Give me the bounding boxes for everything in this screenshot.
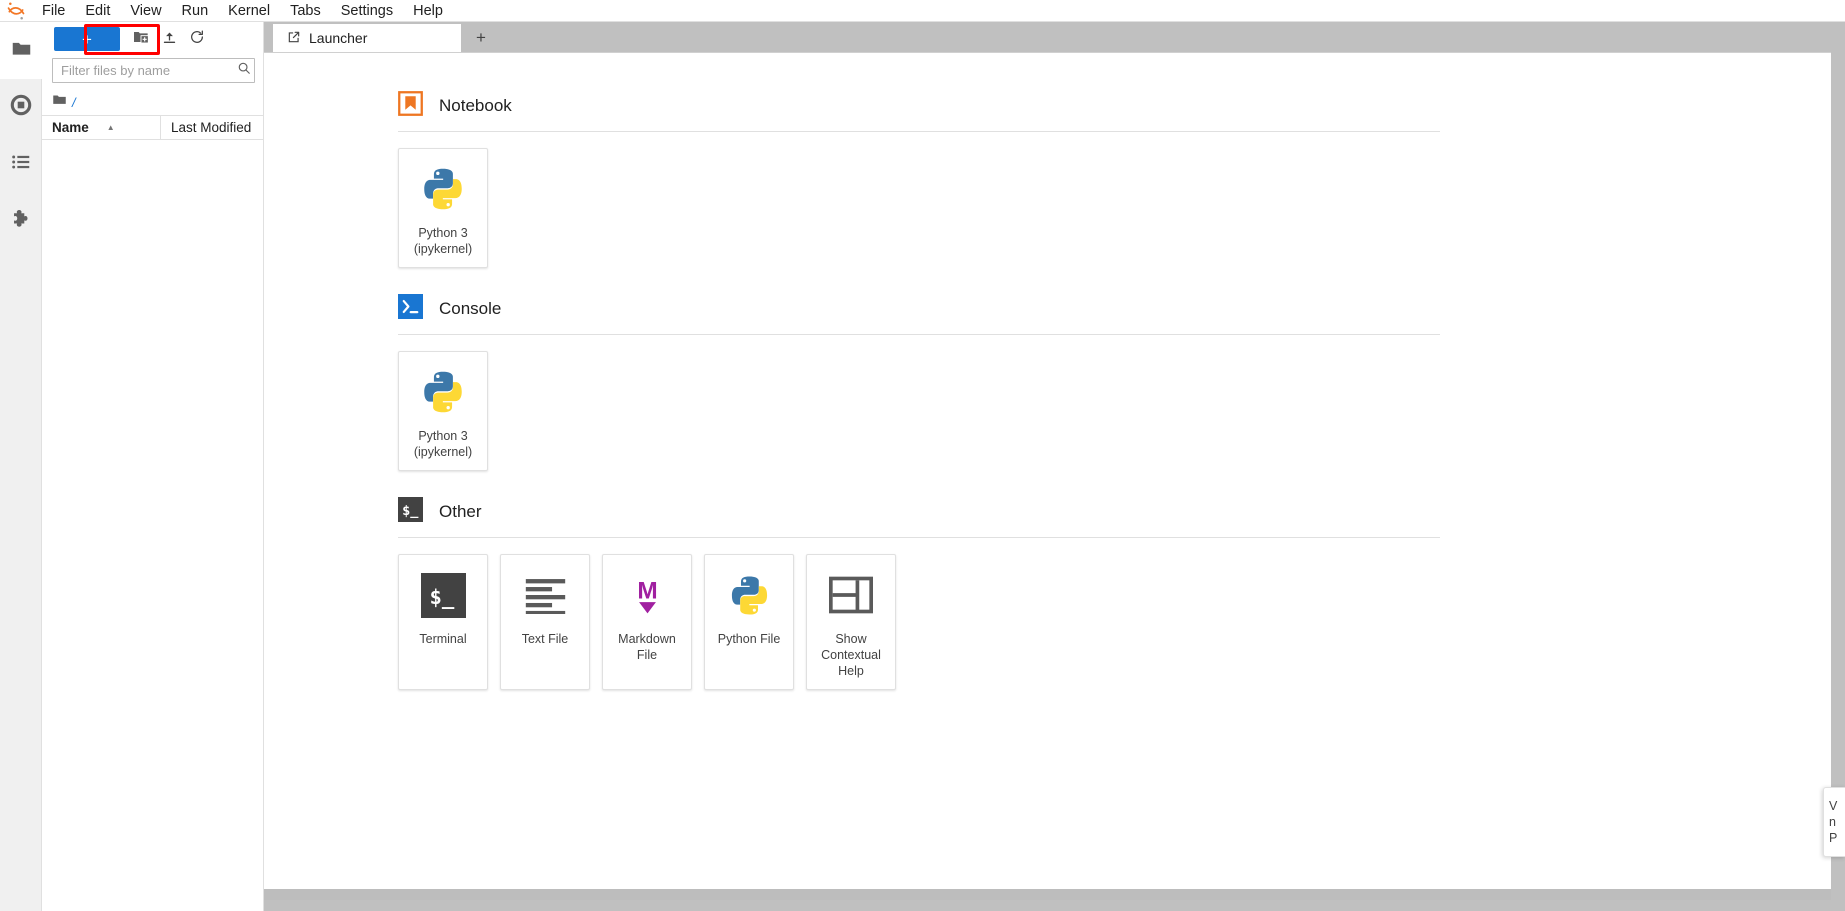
- menu-edit[interactable]: Edit: [75, 0, 120, 22]
- menu-file[interactable]: File: [32, 0, 75, 22]
- horizontal-scrollbar[interactable]: [264, 889, 1831, 900]
- jupyter-logo-icon: [0, 0, 32, 22]
- upload-button[interactable]: [156, 27, 182, 51]
- section-title-notebook: Notebook: [439, 96, 512, 115]
- console-prompt-icon: [398, 294, 423, 324]
- search-icon[interactable]: [237, 61, 251, 80]
- launcher-card-label: Terminal: [419, 632, 467, 646]
- breadcrumb-root-path[interactable]: /: [72, 95, 76, 110]
- column-header-last-modified[interactable]: Last Modified: [161, 120, 263, 135]
- tab-launcher-label: Launcher: [309, 30, 368, 46]
- file-filter-container: [42, 56, 263, 89]
- python-logo-icon: [419, 366, 467, 418]
- python-logo-icon: [419, 163, 467, 215]
- launcher-card-label: Show Contextual Help: [821, 632, 881, 678]
- sort-ascending-icon: ▲: [106, 123, 115, 132]
- breadcrumb-home-icon[interactable]: [52, 92, 67, 112]
- refresh-button[interactable]: [184, 27, 210, 51]
- launcher-card-python-file[interactable]: Python File: [704, 554, 794, 690]
- command-palette-icon: [10, 151, 32, 178]
- menu-help[interactable]: Help: [403, 0, 453, 22]
- dock-area: Launcher + Notebook Python 3 (ipykernel)…: [264, 22, 1845, 911]
- card-row-notebook: Python 3 (ipykernel): [398, 148, 1831, 268]
- refresh-icon: [189, 29, 205, 50]
- launcher-card-label: Python 3 (ipykernel): [413, 429, 473, 459]
- column-header-name-label: Name: [52, 120, 89, 135]
- sidebar-item-running-sessions[interactable]: [0, 79, 42, 136]
- sidebar-item-extension-manager[interactable]: [0, 193, 42, 250]
- menu-view[interactable]: View: [120, 0, 171, 22]
- tab-bar: Launcher +: [264, 22, 1845, 52]
- section-title-console: Console: [439, 299, 502, 318]
- launcher-panel: Notebook Python 3 (ipykernel) Console Py…: [264, 52, 1831, 900]
- contextual-help-icon: [829, 569, 873, 621]
- section-title-other: Other: [439, 502, 482, 521]
- jupyterlab-window: File Edit View Run Kernel Tabs Settings …: [0, 0, 1845, 911]
- terminal-dollar-icon: $_: [420, 569, 466, 621]
- tab-launcher[interactable]: Launcher: [272, 23, 462, 52]
- notification-line-1: V: [1829, 799, 1838, 813]
- text-lines-icon: [523, 569, 568, 621]
- file-filter-box[interactable]: [52, 58, 255, 83]
- file-list-header: Name ▲ Last Modified: [42, 115, 263, 140]
- notification-line-3: P: [1829, 831, 1838, 845]
- python-logo-icon: [727, 569, 772, 621]
- launcher-card-console-python3[interactable]: Python 3 (ipykernel): [398, 351, 488, 471]
- file-browser-panel: + Filter files by name / Name ▲ Last Mod…: [42, 22, 264, 911]
- terminal-dollar-icon: $_: [398, 497, 423, 527]
- new-tab-button[interactable]: +: [468, 27, 494, 49]
- launcher-card-text-file[interactable]: Text File: [500, 554, 590, 690]
- section-header-notebook: Notebook: [398, 91, 1831, 121]
- upload-icon: [162, 29, 177, 50]
- section-divider-console: [398, 334, 1440, 335]
- folder-icon: [11, 38, 32, 64]
- launcher-card-terminal[interactable]: $_ Terminal: [398, 554, 488, 690]
- launcher-icon: [287, 30, 301, 47]
- launcher-card-label: Text File: [521, 632, 569, 646]
- section-divider-notebook: [398, 131, 1440, 132]
- section-divider-other: [398, 537, 1440, 538]
- notification-popup[interactable]: V n P: [1823, 787, 1845, 857]
- running-sessions-icon: [10, 94, 32, 121]
- menu-settings[interactable]: Settings: [331, 0, 403, 22]
- menu-bar: File Edit View Run Kernel Tabs Settings …: [0, 0, 1845, 22]
- launcher-card-label: Python File: [717, 632, 781, 646]
- search-input[interactable]: [61, 63, 237, 78]
- launcher-card-label: Markdown File: [618, 632, 676, 662]
- new-folder-icon: [133, 29, 149, 50]
- new-launcher-button[interactable]: +: [54, 27, 120, 51]
- file-browser-toolbar: +: [42, 22, 263, 56]
- puzzle-piece-icon: [10, 208, 32, 235]
- svg-text:M: M: [637, 577, 657, 604]
- svg-text:$_: $_: [429, 584, 454, 608]
- svg-text:$_: $_: [402, 503, 419, 519]
- launcher-card-show-contextual-help[interactable]: Show Contextual Help: [806, 554, 896, 690]
- sidebar-item-commands[interactable]: [0, 136, 42, 193]
- launcher-card-markdown-file[interactable]: M Markdown File: [602, 554, 692, 690]
- card-row-other: $_ Terminal Text File M Markdown File Py…: [398, 554, 1831, 690]
- breadcrumb: /: [42, 89, 263, 115]
- section-header-console: Console: [398, 294, 1831, 324]
- section-header-other: $_ Other: [398, 497, 1831, 527]
- column-header-name[interactable]: Name ▲: [42, 116, 161, 139]
- sidebar-item-file-browser[interactable]: [0, 22, 42, 79]
- launcher-card-notebook-python3[interactable]: Python 3 (ipykernel): [398, 148, 488, 268]
- new-folder-button[interactable]: [128, 27, 154, 51]
- file-list[interactable]: [42, 140, 263, 911]
- activity-sidebar: [0, 22, 42, 911]
- notification-line-2: n: [1829, 815, 1836, 829]
- menu-tabs[interactable]: Tabs: [280, 0, 331, 22]
- dock-right-edge: [1831, 52, 1845, 900]
- notebook-bookmark-icon: [398, 91, 423, 121]
- card-row-console: Python 3 (ipykernel): [398, 351, 1831, 471]
- launcher-card-label: Python 3 (ipykernel): [413, 226, 473, 256]
- markdown-m-icon: M: [625, 569, 670, 621]
- menu-kernel[interactable]: Kernel: [218, 0, 280, 22]
- menu-run[interactable]: Run: [172, 0, 219, 22]
